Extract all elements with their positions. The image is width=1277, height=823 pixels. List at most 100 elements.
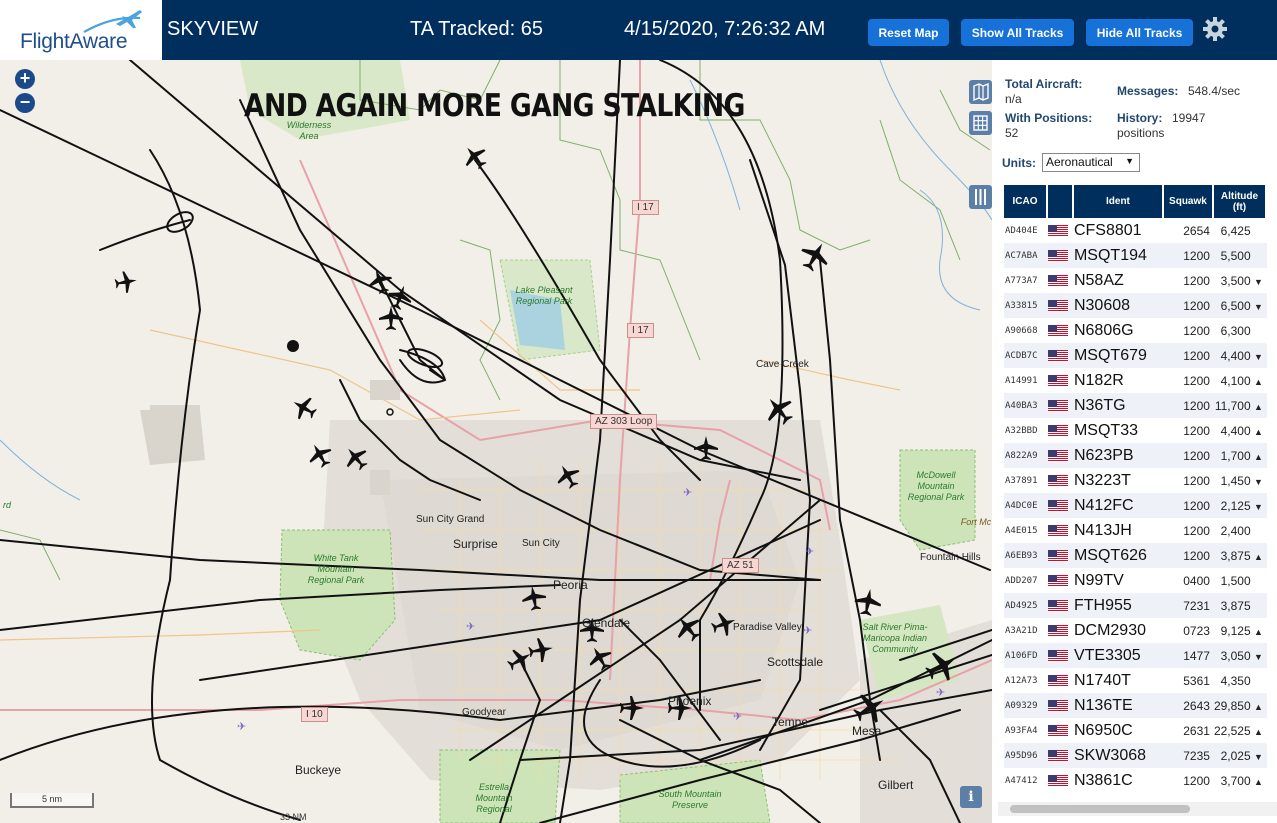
- table-row[interactable]: A12A73 N1740T 5361 4,350: [1004, 668, 1267, 693]
- altitude-cell: 11,700 ▲: [1213, 393, 1267, 418]
- history-unit: positions: [1117, 126, 1165, 140]
- aircraft-icon[interactable]: [339, 441, 373, 475]
- city-label: Surprise: [453, 537, 498, 551]
- us-flag-icon: [1047, 293, 1074, 318]
- show-all-tracks-button[interactable]: Show All Tracks: [961, 19, 1074, 46]
- map-layers-icon[interactable]: [969, 80, 992, 104]
- aircraft-icon[interactable]: [303, 438, 337, 472]
- table-row[interactable]: A09329 N136TE 2643 29,850 ▲: [1004, 693, 1267, 718]
- table-row[interactable]: A95D96 SKW3068 7235 2,025 ▼: [1004, 743, 1267, 768]
- history-value: 19947: [1172, 111, 1206, 125]
- col-ident[interactable]: Ident: [1073, 185, 1164, 218]
- altitude-value: 1,450: [1220, 473, 1251, 488]
- aircraft-icon[interactable]: [795, 236, 835, 276]
- map-view[interactable]: ✈ ✈ ✈ ✈ ✈ ✈ ✈ + − AND AGAIN MORE GANG ST…: [0, 60, 992, 823]
- horizontal-scrollbar[interactable]: [998, 802, 1277, 816]
- altitude-cell: 6,425: [1213, 218, 1267, 243]
- aircraft-table-body: AD404E CFS8801 2654 6,425 AC7ABA MSQT194 1200…: [1004, 218, 1267, 793]
- info-button[interactable]: i: [960, 786, 982, 808]
- table-row[interactable]: A3A21D DCM2930 0723 9,125 ▲: [1004, 618, 1267, 643]
- altitude-trend-icon: ▲: [1254, 626, 1263, 637]
- table-row[interactable]: A773A7 N58AZ 1200 3,500 ▼: [1004, 268, 1267, 293]
- altitude-cell: 3,700 ▲: [1213, 768, 1267, 793]
- table-row[interactable]: A93FA4 N6950C 2631 22,525 ▲: [1004, 718, 1267, 743]
- aircraft-icon[interactable]: [384, 281, 416, 313]
- table-row[interactable]: A4DC0E N412FC 1200 2,125 ▼: [1004, 493, 1267, 518]
- table-row[interactable]: AC7ABA MSQT194 1200 5,500: [1004, 243, 1267, 268]
- altitude-cell: 3,875: [1213, 593, 1267, 618]
- us-flag-icon: [1047, 718, 1074, 743]
- hide-all-tracks-button[interactable]: Hide All Tracks: [1086, 19, 1193, 46]
- table-row[interactable]: ADD207 N99TV 0400 1,500: [1004, 568, 1267, 593]
- zoom-in-button[interactable]: +: [15, 69, 35, 89]
- table-row[interactable]: A6EB93 MSQT626 1200 3,875 ▲: [1004, 543, 1267, 568]
- road-label: AZ 303 Loop: [590, 414, 658, 429]
- us-flag-icon: [1047, 693, 1074, 718]
- ident-cell: N6950C: [1073, 718, 1164, 743]
- squawk-cell: 7235: [1163, 743, 1214, 768]
- aircraft-icon[interactable]: [503, 643, 537, 677]
- altitude-cell: 3,050 ▼: [1213, 643, 1267, 668]
- squawk-cell: 1200: [1163, 393, 1214, 418]
- aircraft-icon[interactable]: [527, 636, 555, 664]
- table-row[interactable]: AD404E CFS8801 2654 6,425: [1004, 218, 1267, 243]
- aircraft-icon[interactable]: [852, 586, 884, 618]
- aircraft-icon[interactable]: [620, 696, 644, 720]
- road-label: I 10: [301, 707, 328, 722]
- scrollbar-thumb[interactable]: [1010, 805, 1190, 813]
- aircraft-icon[interactable]: [113, 269, 139, 295]
- aircraft-icon[interactable]: [364, 265, 396, 297]
- app-title: SKYVIEW: [167, 18, 259, 40]
- aircraft-table-container[interactable]: ICAO Ident Squawk Altitude (ft) AD404E CF…: [1004, 185, 1267, 797]
- col-icao[interactable]: ICAO: [1004, 185, 1048, 218]
- altitude-cell: 4,400 ▲: [1213, 418, 1267, 443]
- aircraft-icon[interactable]: [669, 609, 707, 647]
- zoom-out-button[interactable]: −: [15, 93, 35, 113]
- table-row[interactable]: A106FD VTE3305 1477 3,050 ▼: [1004, 643, 1267, 668]
- aircraft-icon[interactable]: [379, 306, 403, 330]
- squawk-cell: 1200: [1163, 468, 1214, 493]
- table-row[interactable]: A90668 N6806G 1200 6,300: [1004, 318, 1267, 343]
- table-row[interactable]: A33815 N30608 1200 6,500 ▼: [1004, 293, 1267, 318]
- col-squawk[interactable]: Squawk: [1163, 185, 1214, 218]
- altitude-trend-icon: ▲: [1254, 376, 1263, 387]
- flightaware-logo[interactable]: FlightAware: [0, 0, 162, 60]
- altitude-value: 4,100: [1220, 373, 1251, 388]
- table-row[interactable]: A40BA3 N36TG 1200 11,700 ▲: [1004, 393, 1267, 418]
- altitude-value: 3,875: [1220, 598, 1251, 613]
- table-row[interactable]: AD4925 FTH955 7231 3,875: [1004, 593, 1267, 618]
- col-altitude[interactable]: Altitude (ft): [1213, 185, 1267, 218]
- table-row[interactable]: A14991 N182R 1200 4,100 ▲: [1004, 368, 1267, 393]
- aircraft-icon[interactable]: [848, 686, 892, 730]
- units-select[interactable]: Aeronautical ▼: [1042, 153, 1140, 172]
- table-row[interactable]: ACDB7C MSQT679 1200 4,400 ▼: [1004, 343, 1267, 368]
- columns-icon[interactable]: [969, 185, 992, 209]
- aircraft-icon[interactable]: [694, 436, 718, 460]
- us-flag-icon: [1047, 318, 1074, 343]
- aircraft-icon[interactable]: [758, 389, 800, 431]
- scale-bar: 5 nm: [10, 793, 94, 808]
- table-row[interactable]: A4E015 N413JH 1200 2,400: [1004, 518, 1267, 543]
- aircraft-icon[interactable]: [583, 641, 617, 675]
- icao-cell: A3A21D: [1004, 618, 1048, 643]
- road-label: I 17: [632, 200, 659, 215]
- aircraft-icon[interactable]: [458, 140, 492, 174]
- table-row[interactable]: A37891 N3223T 1200 1,450 ▼: [1004, 468, 1267, 493]
- table-row[interactable]: A822A9 N623PB 1200 1,700 ▲: [1004, 443, 1267, 468]
- table-row[interactable]: A47412 N3861C 1200 3,700 ▲: [1004, 768, 1267, 793]
- table-row[interactable]: A32BBD MSQT33 1200 4,400 ▲: [1004, 418, 1267, 443]
- aircraft-icon[interactable]: [551, 459, 585, 493]
- aircraft-icon[interactable]: [520, 584, 548, 612]
- grid-icon[interactable]: [969, 111, 992, 135]
- squawk-cell: 1200: [1163, 243, 1214, 268]
- squawk-cell: 1200: [1163, 293, 1214, 318]
- aircraft-icon[interactable]: [287, 391, 321, 425]
- col-flag[interactable]: [1047, 185, 1074, 218]
- reset-map-button[interactable]: Reset Map: [868, 19, 949, 46]
- aircraft-panel: Total Aircraft: n/a With Positions: 52 M…: [992, 60, 1277, 823]
- top-header: FlightAware SKYVIEW TA Tracked: 65 4/15/…: [0, 0, 1277, 60]
- gear-icon[interactable]: [1202, 16, 1228, 42]
- us-flag-icon: [1047, 368, 1074, 393]
- altitude-trend-icon: ▲: [1254, 701, 1263, 712]
- vertical-scrollbar[interactable]: [1269, 184, 1277, 218]
